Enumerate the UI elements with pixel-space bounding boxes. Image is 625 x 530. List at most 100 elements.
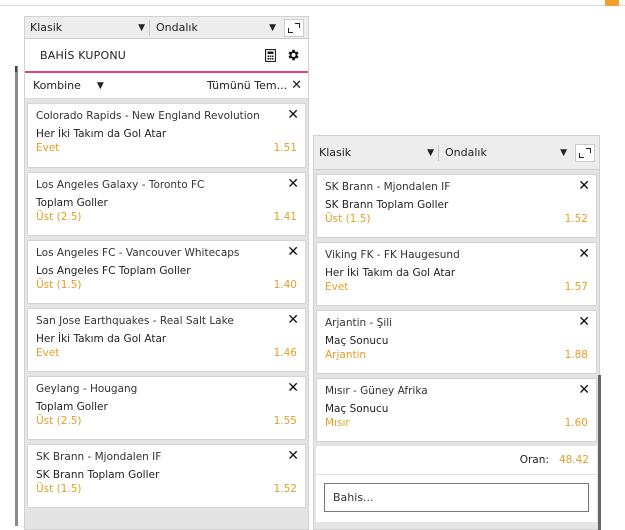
bet-odds: 1.52 [273, 483, 297, 495]
total-odds-value: 48.42 [558, 454, 589, 466]
bet-odds: 1.51 [273, 142, 297, 154]
bet-card: SK Brann - Mjondalen IF ✕ SK Brann Topla… [316, 174, 597, 238]
expand-icon[interactable] [284, 18, 304, 37]
odds-settings-bar: Klasik ▼ Ondalık ▼ [314, 136, 599, 170]
bet-selection: Üst (1.5) [325, 213, 371, 225]
chevron-down-icon: ▼ [560, 147, 567, 158]
close-icon[interactable]: ✕ [578, 179, 590, 193]
close-icon[interactable]: ✕ [287, 108, 299, 122]
clear-all-label: Tümünü Tem... [206, 79, 288, 92]
bet-selection: Üst (2.5) [36, 211, 82, 223]
bet-match: Arjantin - Şili [325, 317, 393, 329]
bet-match: San Jose Earthquakes - Real Salt Lake [36, 315, 234, 327]
bet-odds: 1.55 [273, 415, 297, 427]
betslip-panel-main: Klasik ▼ Ondalık ▼ BAHİS KUPONU Kombine … [24, 16, 309, 530]
bet-market: Her İki Takım da Gol Atar [36, 333, 167, 345]
close-icon[interactable]: ✕ [578, 383, 590, 397]
betslip-title: BAHİS KUPONU [40, 48, 127, 62]
close-icon: ✕ [291, 78, 302, 93]
bet-market: SK Brann Toplam Goller [36, 469, 160, 481]
bet-selection: Üst (1.5) [36, 279, 82, 291]
bet-match: Los Angeles FC - Vancouver Whitecaps [36, 247, 240, 259]
bet-market: Maç Sonucu [325, 403, 389, 415]
bet-market: Toplam Goller [36, 401, 108, 413]
type-select-value: Klasik [30, 21, 63, 34]
close-icon[interactable]: ✕ [287, 313, 299, 327]
bet-card: Geylang - Hougang ✕ Toplam Goller Üst (2… [27, 376, 306, 440]
close-icon[interactable]: ✕ [287, 381, 299, 395]
close-icon[interactable]: ✕ [578, 315, 590, 329]
bet-market: SK Brann Toplam Goller [325, 199, 449, 211]
bet-match: Geylang - Hougang [36, 383, 138, 395]
bet-match: SK Brann - Mjondalen IF [36, 451, 162, 463]
bet-market: Her İki Takım da Gol Atar [325, 267, 456, 279]
close-icon[interactable]: ✕ [287, 245, 299, 259]
bet-selection: Evet [325, 281, 349, 293]
bet-odds: 1.52 [564, 213, 588, 225]
left-edge-scrollbar[interactable] [15, 66, 18, 526]
bet-market: Maç Sonucu [325, 335, 389, 347]
gear-icon[interactable] [286, 48, 300, 62]
stake-area: Bahis... [316, 474, 597, 522]
bet-card: Los Angeles Galaxy - Toronto FC ✕ Toplam… [27, 172, 306, 236]
bet-odds: 1.88 [564, 349, 588, 361]
close-icon[interactable]: ✕ [578, 247, 590, 261]
bet-odds: 1.46 [273, 347, 297, 359]
stake-input[interactable]: Bahis... [324, 483, 589, 512]
bet-type-select[interactable]: Kombine ▼ [33, 79, 104, 92]
type-select[interactable]: Klasik ▼ [30, 19, 150, 36]
bet-match: SK Brann - Mjondalen IF [325, 181, 451, 193]
bet-card: San Jose Earthquakes - Real Salt Lake ✕ … [27, 308, 306, 372]
bet-selection: Evet [36, 142, 60, 154]
format-select[interactable]: Ondalık ▼ [439, 145, 571, 161]
bet-list: SK Brann - Mjondalen IF ✕ SK Brann Topla… [314, 174, 599, 442]
betslip-header: BAHİS KUPONU [25, 39, 308, 73]
bet-match: Los Angeles Galaxy - Toronto FC [36, 179, 205, 191]
bet-match: Colorado Rapids - New England Revolution [36, 110, 260, 122]
bet-match: Mısır - Güney Afrika [325, 385, 428, 397]
calculator-icon[interactable] [265, 48, 276, 62]
expand-icon[interactable] [575, 143, 595, 162]
bet-market: Los Angeles FC Toplam Goller [36, 265, 191, 277]
type-select-value: Klasik [319, 146, 352, 159]
bet-odds: 1.57 [564, 281, 588, 293]
clear-all-button[interactable]: Tümünü Tem... ✕ [207, 78, 302, 93]
bet-card: Los Angeles FC - Vancouver Whitecaps ✕ L… [27, 240, 306, 304]
bet-market: Toplam Goller [36, 197, 108, 209]
bet-selection: Üst (2.5) [36, 415, 82, 427]
bet-card: Viking FK - FK Haugesund ✕ Her İki Takım… [316, 242, 597, 306]
bet-selection: Mısır [325, 417, 350, 429]
format-select-value: Ondalık [156, 21, 198, 34]
bet-card: SK Brann - Mjondalen IF ✕ SK Brann Topla… [27, 444, 306, 508]
chevron-down-icon: ▼ [138, 22, 145, 33]
bet-list: Colorado Rapids - New England Revolution… [25, 103, 308, 508]
bet-match: Viking FK - FK Haugesund [325, 249, 460, 261]
total-odds-row: Oran: 48.42 [316, 446, 597, 474]
right-edge-scrollbar[interactable] [598, 375, 601, 530]
bet-card: Arjantin - Şili ✕ Maç Sonucu Arjantin 1.8… [316, 310, 597, 374]
format-select[interactable]: Ondalık ▼ [150, 20, 280, 36]
format-select-value: Ondalık [445, 146, 487, 159]
bet-selection: Üst (1.5) [36, 483, 82, 495]
bet-odds: 1.40 [273, 279, 297, 291]
bet-card: Colorado Rapids - New England Revolution… [27, 103, 306, 168]
bet-market: Her İki Takım da Gol Atar [36, 128, 167, 140]
odds-settings-bar: Klasik ▼ Ondalık ▼ [25, 17, 308, 39]
bet-selection: Evet [36, 347, 60, 359]
orange-tab-marker[interactable] [605, 0, 619, 6]
bet-odds: 1.60 [564, 417, 588, 429]
close-icon[interactable]: ✕ [287, 449, 299, 463]
chevron-down-icon: ▼ [427, 147, 434, 158]
betslip-panel-secondary: Klasik ▼ Ondalık ▼ SK Brann - Mjondalen … [313, 135, 600, 530]
bet-type-row: Kombine ▼ Tümünü Tem... ✕ [25, 73, 308, 99]
close-icon[interactable]: ✕ [287, 177, 299, 191]
page-top-border [0, 0, 625, 6]
type-select[interactable]: Klasik ▼ [319, 144, 439, 161]
bet-selection: Arjantin [325, 349, 367, 361]
left-edge-marker [15, 66, 17, 72]
bet-odds: 1.41 [273, 211, 297, 223]
chevron-down-icon: ▼ [269, 22, 276, 33]
total-odds-label: Oran: [519, 454, 549, 466]
bet-card: Mısır - Güney Afrika ✕ Maç Sonucu Mısır 1… [316, 378, 597, 442]
chevron-down-icon: ▼ [96, 80, 104, 91]
